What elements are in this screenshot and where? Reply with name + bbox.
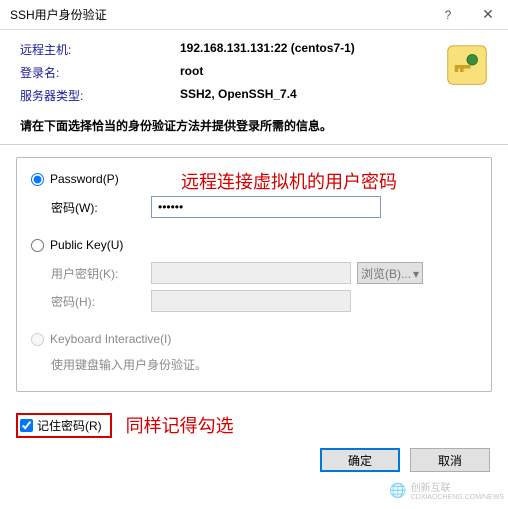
annotation-remember: 同样记得勾选: [126, 412, 234, 438]
user-label: 登录名:: [20, 64, 180, 81]
globe-icon: 🌐: [389, 482, 406, 499]
watermark-text2: CDXIAOCHENG.COM/NEWS: [411, 494, 504, 501]
titlebar: SSH用户身份验证 ? ✕: [0, 0, 508, 30]
keyboard-desc: 使用键盘输入用户身份验证。: [51, 356, 477, 373]
close-button[interactable]: ✕: [468, 0, 508, 30]
connection-info: 远程主机: 192.168.131.131:22 (centos7-1) 登录名…: [0, 30, 508, 107]
remember-checkbox[interactable]: [20, 419, 33, 432]
remember-label[interactable]: 记住密码(R): [37, 417, 102, 434]
publickey-radio[interactable]: [31, 239, 44, 252]
user-value: root: [180, 64, 203, 81]
divider: [0, 144, 508, 145]
userkey-label: 用户密钥(K):: [51, 265, 151, 282]
host-label: 远程主机:: [20, 41, 180, 58]
button-row: 确定 取消: [0, 438, 508, 472]
password-input[interactable]: [151, 196, 381, 218]
password-radio-label[interactable]: Password(P): [50, 172, 119, 186]
key-icon: [446, 44, 488, 86]
chevron-down-icon: ▾: [413, 267, 419, 281]
server-label: 服务器类型:: [20, 87, 180, 104]
watermark: 🌐 创新互联 CDXIAOCHENG.COM/NEWS: [389, 479, 504, 501]
server-value: SSH2, OpenSSH_7.4: [180, 87, 297, 104]
annotation-password: 远程连接虚拟机的用户密码: [181, 168, 397, 194]
passphrase-input: [151, 290, 351, 312]
help-button[interactable]: ?: [428, 0, 468, 30]
ok-button[interactable]: 确定: [320, 448, 400, 472]
watermark-text1: 创新互联: [411, 479, 504, 494]
auth-panel: Password(P) 远程连接虚拟机的用户密码 密码(W): Public K…: [16, 157, 492, 392]
browse-button: 浏览(B)...▾: [357, 262, 423, 284]
remember-row: 记住密码(R) 同样记得勾选: [0, 402, 508, 438]
password-field-row: 密码(W):: [51, 196, 477, 218]
keyboard-radio-row: Keyboard Interactive(I): [31, 332, 477, 346]
password-radio-row: Password(P) 远程连接虚拟机的用户密码: [31, 172, 477, 186]
publickey-radio-row: Public Key(U): [31, 238, 477, 252]
password-radio[interactable]: [31, 173, 44, 186]
userkey-input: [151, 262, 351, 284]
host-value: 192.168.131.131:22 (centos7-1): [180, 41, 355, 58]
password-label: 密码(W):: [51, 199, 151, 216]
userkey-field-row: 用户密钥(K): 浏览(B)...▾: [51, 262, 477, 284]
cancel-button[interactable]: 取消: [410, 448, 490, 472]
window-title: SSH用户身份验证: [10, 6, 428, 23]
publickey-radio-label[interactable]: Public Key(U): [50, 238, 123, 252]
instruction-text: 请在下面选择恰当的身份验证方法并提供登录所需的信息。: [0, 107, 508, 140]
remember-highlight: 记住密码(R): [16, 413, 112, 438]
passphrase-label: 密码(H):: [51, 293, 151, 310]
keyboard-radio-label: Keyboard Interactive(I): [50, 332, 171, 346]
passphrase-field-row: 密码(H):: [51, 290, 477, 312]
keyboard-radio: [31, 333, 44, 346]
